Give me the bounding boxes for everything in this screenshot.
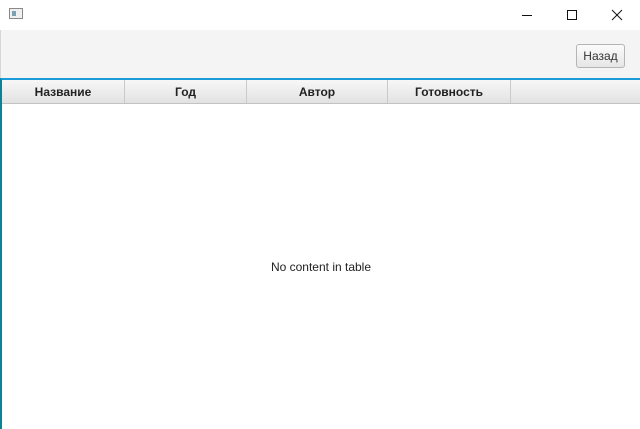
books-table[interactable]: Название Год Автор Готовность No content… bbox=[0, 78, 640, 429]
maximize-icon bbox=[567, 10, 577, 20]
minimize-button[interactable] bbox=[504, 0, 550, 30]
minimize-icon bbox=[522, 15, 532, 16]
title-bar[interactable] bbox=[0, 0, 640, 30]
column-header-filler bbox=[511, 80, 640, 103]
column-header-author[interactable]: Автор bbox=[247, 80, 388, 103]
app-window-icon bbox=[9, 8, 23, 19]
toolbar: Назад bbox=[0, 30, 640, 78]
column-header-year[interactable]: Год bbox=[125, 80, 247, 103]
close-icon bbox=[611, 9, 623, 21]
table-header-row: Название Год Автор Готовность bbox=[2, 80, 640, 104]
back-button[interactable]: Назад bbox=[576, 44, 625, 68]
column-header-readiness[interactable]: Готовность bbox=[388, 80, 511, 103]
close-button[interactable] bbox=[594, 0, 640, 30]
table-empty-placeholder: No content in table bbox=[270, 260, 372, 274]
maximize-button[interactable] bbox=[549, 0, 595, 30]
column-header-title[interactable]: Название bbox=[2, 80, 125, 103]
